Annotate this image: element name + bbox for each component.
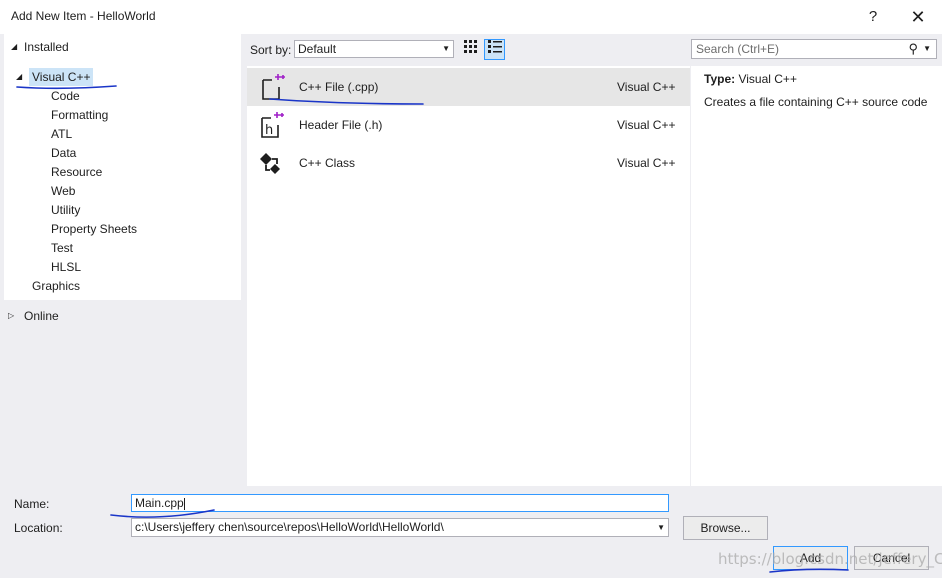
template-language: Visual C++ [617,80,676,94]
sort-by-label: Sort by: [250,43,292,57]
template-description: Creates a file containing C++ source cod… [704,95,928,109]
type-label: Type: [704,72,736,86]
cpp-file-icon [262,74,285,100]
expanded-arrow-icon[interactable]: ◢ [16,68,22,86]
details-panel: Type: Visual C++ Creates a file containi… [691,66,942,486]
list-view-button[interactable] [484,39,505,60]
type-value: Visual C++ [738,72,797,86]
tree-item-data[interactable]: Data [51,144,76,162]
template-language: Visual C++ [617,118,676,132]
collapsed-arrow-icon[interactable]: ▷ [8,307,14,325]
tree-online-label: Online [24,309,59,323]
tree-item-formatting[interactable]: Formatting [51,106,108,124]
tree-item-web[interactable]: Web [51,182,75,200]
type-line: Type: Visual C++ [704,72,797,86]
template-language: Visual C++ [617,156,676,170]
expanded-arrow-icon[interactable]: ◢ [11,38,17,56]
template-row-cpp-file[interactable]: C++ File (.cpp) Visual C++ [247,68,690,106]
close-button[interactable]: ✕ [903,4,933,30]
list-view-icon [487,40,502,53]
template-row-cpp-class[interactable]: C++ Class Visual C++ [247,144,690,182]
tree-visual-cpp-label: Visual C++ [29,68,94,86]
grid-view-button[interactable] [460,39,481,60]
tree-item-property-sheets[interactable]: Property Sheets [51,220,137,238]
tree-graphics[interactable]: Graphics [32,277,80,295]
search-input[interactable]: Search (Ctrl+E) ⚲ ▼ [691,39,937,59]
search-placeholder: Search (Ctrl+E) [696,42,780,56]
help-button[interactable]: ? [858,4,888,30]
location-value: c:\Users\jeffery chen\source\repos\Hello… [135,520,444,534]
category-tree: ◢ Installed ◢ Visual C++ Code Formatting A… [4,34,241,300]
chevron-down-icon: ▼ [442,44,450,53]
search-icon[interactable]: ⚲ [908,40,918,58]
template-list: C++ File (.cpp) Visual C++ h Header File… [247,66,690,486]
tree-item-resource[interactable]: Resource [51,163,102,181]
grid-view-icon [464,40,477,53]
name-input[interactable]: Main.cpp [131,494,669,512]
template-name: Header File (.h) [299,118,383,132]
title-bar: Add New Item - HelloWorld ? ✕ [0,0,942,34]
sort-by-value: Default [298,42,337,56]
tree-installed-label: Installed [24,40,69,54]
tree-item-code[interactable]: Code [51,87,80,105]
tree-item-test[interactable]: Test [51,239,73,257]
browse-button[interactable]: Browse... [683,516,768,540]
location-label: Location: [14,521,63,535]
tree-item-hlsl[interactable]: HLSL [51,258,81,276]
template-name: C++ File (.cpp) [299,80,379,94]
sort-by-dropdown[interactable]: Default ▼ [294,40,454,58]
svg-text:h: h [265,123,273,138]
tree-item-atl[interactable]: ATL [51,125,72,143]
cpp-class-icon [260,153,280,174]
header-file-icon: h [261,112,284,138]
dialog-body: ◢ Installed ◢ Visual C++ Code Formatting A… [0,34,942,578]
tree-item-utility[interactable]: Utility [51,201,80,219]
watermark: https://blog.csdn.net/jeffery_CF [718,550,942,568]
location-dropdown[interactable]: c:\Users\jeffery chen\source\repos\Hello… [131,518,669,537]
text-caret [183,497,185,510]
window-title: Add New Item - HelloWorld [11,9,156,23]
name-value: Main.cpp [135,496,184,510]
name-label: Name: [14,497,50,511]
chevron-down-icon[interactable]: ▼ [657,519,665,536]
template-row-header-file[interactable]: h Header File (.h) Visual C++ [247,106,690,144]
chevron-down-icon[interactable]: ▼ [923,40,931,58]
template-name: C++ Class [299,156,356,170]
